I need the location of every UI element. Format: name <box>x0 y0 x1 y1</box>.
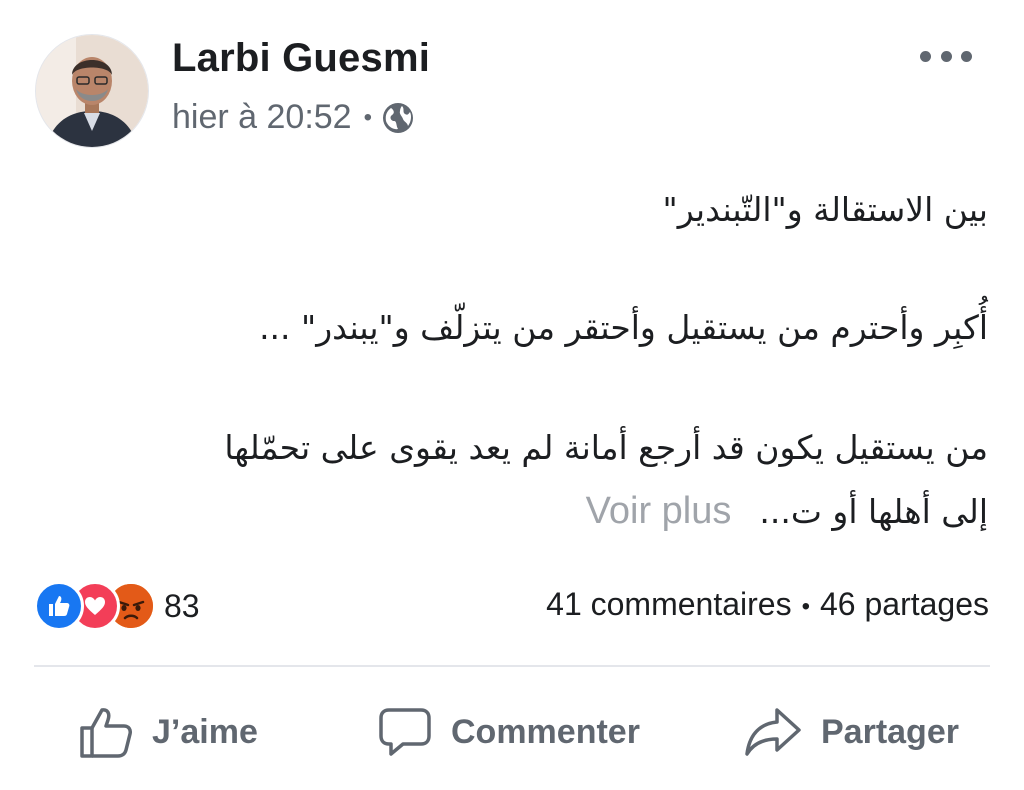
post-meta: hier à 20:52 • <box>172 98 414 137</box>
avatar[interactable] <box>35 34 149 148</box>
globe-icon[interactable] <box>382 102 414 134</box>
more-horizontal-icon <box>961 50 972 62</box>
divider <box>34 665 990 667</box>
share-button[interactable]: Partager <box>743 700 959 764</box>
post-timestamp[interactable]: hier à 20:52 <box>172 98 352 137</box>
more-horizontal-icon <box>920 50 931 62</box>
see-more-link[interactable]: Voir plus <box>586 490 732 532</box>
comments-count-link[interactable]: 41 commentaires <box>546 586 791 622</box>
post-text-line-last: إلى أهلها أو ت... Voir plus <box>586 490 988 533</box>
reactions-summary[interactable]: 83 <box>34 581 200 631</box>
like-label: J’aime <box>152 712 258 751</box>
facebook-post: Larbi Guesmi hier à 20:52 • بين الاستقال… <box>0 0 1024 790</box>
like-icon <box>34 581 84 631</box>
comment-button[interactable]: Commenter <box>377 700 640 764</box>
post-text-line: من يستقيل يكون قد أرجع أمانة لم يعد يقوى… <box>224 428 988 467</box>
shares-count-link[interactable]: 46 partages <box>820 586 989 622</box>
thumbs-up-icon <box>80 708 132 758</box>
more-options-button[interactable] <box>920 46 972 66</box>
comment-bubble-icon <box>379 708 431 756</box>
post-title-line: بين الاستقالة و"التّبندير" <box>662 190 988 229</box>
meta-separator: • <box>363 103 372 131</box>
reaction-count: 83 <box>164 587 200 624</box>
comment-label: Commenter <box>451 712 640 751</box>
share-arrow-icon <box>745 708 801 756</box>
counts-separator: • <box>801 592 810 620</box>
more-horizontal-icon <box>940 50 952 62</box>
like-button[interactable]: J’aime <box>78 700 258 764</box>
post-actions-bar: J’aime Commenter Partager <box>0 680 1024 780</box>
engagement-counts: 41 commentaires • 46 partages <box>546 586 989 623</box>
post-text-fragment: إلى أهلها أو ت... <box>759 492 988 531</box>
profile-photo <box>36 35 148 147</box>
share-label: Partager <box>821 712 959 751</box>
author-name[interactable]: Larbi Guesmi <box>172 36 430 81</box>
post-text-line: أُكبِر وأحترم من يستقيل وأحتقر من يتزلّف… <box>259 308 988 347</box>
